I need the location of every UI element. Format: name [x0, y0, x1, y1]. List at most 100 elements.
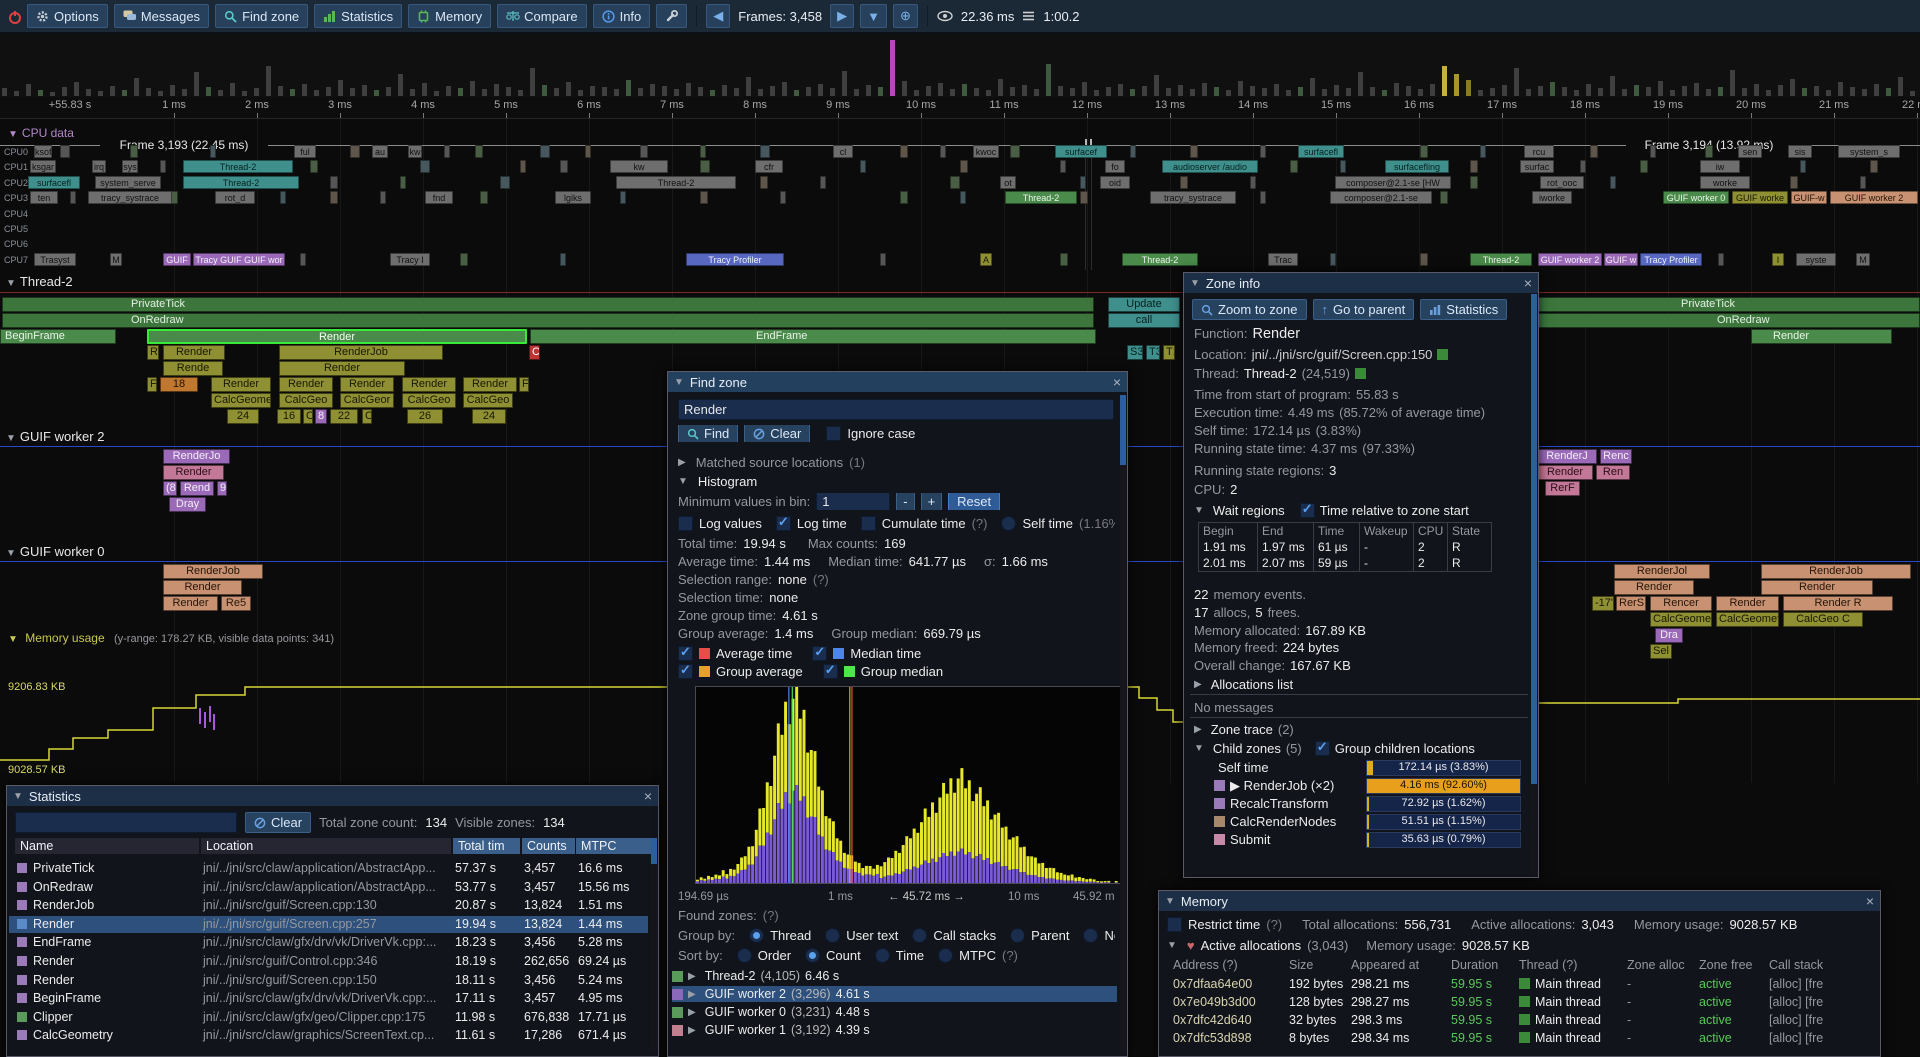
frame-bar[interactable] — [170, 85, 175, 96]
zone[interactable]: CalcGeo — [463, 393, 513, 408]
cpu-zone[interactable]: composer@2.1-se — [1330, 191, 1432, 204]
zone[interactable]: Render — [1614, 580, 1694, 595]
cpu-data-header[interactable]: ▼CPU data — [8, 126, 74, 140]
frame-bar[interactable] — [1046, 64, 1051, 96]
cpu-zone[interactable]: audioserver /audio — [1162, 160, 1258, 173]
info-button[interactable]: Info — [593, 4, 651, 28]
cpu-zone[interactable] — [1860, 176, 1866, 189]
collapse-icon[interactable]: ▼ — [1194, 743, 1204, 754]
frame-bar[interactable] — [1310, 78, 1315, 96]
frame-bar[interactable] — [1454, 74, 1459, 96]
zone[interactable]: CalcGeomet — [1716, 612, 1779, 627]
zone[interactable]: (8 — [163, 481, 177, 496]
zone[interactable]: R — [147, 345, 159, 360]
child-zone-name[interactable]: ▶ RenderJob (×2) — [1230, 778, 1334, 794]
frame-bar[interactable] — [1514, 68, 1519, 96]
next-frame-button[interactable]: ▶ — [830, 4, 854, 28]
thread-header[interactable]: ▼GUIF worker 2 — [6, 429, 104, 444]
frame-bar[interactable] — [1778, 85, 1783, 96]
frame-bar[interactable] — [1910, 91, 1915, 96]
frame-bar[interactable] — [686, 83, 691, 96]
zone[interactable]: Render — [163, 345, 225, 360]
group-by-option-label[interactable]: Parent — [1031, 928, 1069, 943]
active-allocations-label[interactable]: Active allocations — [1201, 938, 1301, 953]
frame-bar[interactable] — [1130, 89, 1135, 96]
frame-bar[interactable] — [1406, 86, 1411, 96]
cpu-zone[interactable]: rot_d — [215, 191, 255, 204]
expand-icon[interactable]: ▶ — [688, 989, 696, 1000]
cpu-zone[interactable] — [560, 160, 568, 173]
frame-bar[interactable] — [2, 88, 7, 96]
zone[interactable]: 24 — [227, 409, 259, 424]
zone[interactable]: Render — [1751, 329, 1892, 344]
cpu-zone[interactable] — [500, 176, 510, 189]
cpu-zone[interactable] — [1080, 176, 1086, 189]
cpu-zone[interactable]: fnd — [425, 191, 453, 204]
cpu-zone[interactable]: Thread-2 — [616, 176, 736, 189]
frame-bar[interactable] — [1490, 88, 1495, 96]
cpu-zone[interactable]: sis — [1788, 145, 1812, 158]
zone[interactable]: EndFrame — [530, 329, 1096, 344]
frame-bar[interactable] — [1202, 83, 1207, 96]
cpu-zone[interactable] — [1790, 176, 1798, 189]
zone[interactable]: Render — [463, 377, 517, 392]
group-name[interactable]: Thread-2 — [705, 969, 756, 983]
zone[interactable]: Ren — [1596, 465, 1630, 480]
zone-trace-label[interactable]: Zone trace — [1211, 722, 1273, 737]
cpu-zone[interactable] — [1718, 253, 1724, 266]
column-header-location[interactable]: Location — [201, 838, 451, 854]
frame-bar[interactable] — [230, 83, 235, 96]
cpu-zone[interactable] — [1800, 160, 1806, 173]
cpu-zone[interactable] — [444, 145, 450, 158]
sort-by-radio-time[interactable] — [875, 948, 890, 963]
frame-bar[interactable] — [530, 68, 535, 96]
frame-bar[interactable] — [14, 91, 19, 96]
frame-bar[interactable] — [494, 84, 499, 96]
cpu-zone[interactable]: Thread-2 — [1470, 253, 1532, 266]
frame-bar[interactable] — [1682, 86, 1687, 96]
found-group-row[interactable]: ▶GUIF worker 0(3,231)4.48 s — [672, 1004, 1117, 1020]
cpu-zone[interactable]: GUIF worker 2 — [1830, 191, 1918, 204]
frame-bar[interactable] — [1286, 90, 1291, 96]
frame-bar[interactable] — [1610, 76, 1615, 96]
frame-bar[interactable] — [1418, 89, 1423, 96]
frame-bar[interactable] — [206, 87, 211, 96]
cpu-zone[interactable]: sen — [1738, 145, 1762, 158]
frame-bar[interactable] — [1838, 82, 1843, 96]
sort-by-option-label[interactable]: Order — [758, 948, 791, 963]
cpu-zone[interactable] — [350, 145, 360, 158]
zone[interactable]: RenderJo — [163, 449, 230, 464]
ignore-case-checkbox[interactable] — [826, 426, 841, 441]
frame-bar[interactable] — [86, 89, 91, 96]
cpu-zone[interactable] — [640, 145, 648, 158]
frame-bar[interactable] — [1574, 90, 1579, 96]
find-zone-search-input[interactable] — [678, 399, 1114, 420]
cpu-zone[interactable]: au — [372, 145, 388, 158]
cpu-zone[interactable] — [310, 160, 318, 173]
frame-bar[interactable] — [890, 40, 895, 96]
cpu-zone[interactable] — [860, 160, 866, 173]
frame-bar[interactable] — [626, 80, 631, 96]
frame-bar[interactable] — [1250, 86, 1255, 96]
frame-bar[interactable] — [914, 90, 919, 96]
frame-bar[interactable] — [770, 86, 775, 96]
frame-bar[interactable] — [446, 86, 451, 96]
frame-bar[interactable] — [62, 87, 67, 96]
frame-bar[interactable] — [290, 89, 295, 96]
prev-frame-button[interactable]: ◀ — [706, 4, 730, 28]
mem-column-header[interactable]: Duration — [1451, 958, 1498, 972]
focus-frame-button[interactable]: ⊕ — [893, 4, 918, 28]
zone[interactable]: Rend — [180, 481, 214, 496]
frame-bar[interactable] — [374, 90, 379, 96]
frame-bar[interactable] — [422, 83, 427, 96]
frame-bar[interactable] — [578, 90, 583, 96]
cpu-zone[interactable]: rcu — [1524, 145, 1554, 158]
zone-info-scrollbar[interactable] — [1531, 294, 1537, 875]
frame-bar[interactable] — [506, 87, 511, 96]
frame-bar[interactable] — [1058, 86, 1063, 96]
frame-bar[interactable] — [518, 90, 523, 96]
zone[interactable]: C — [362, 409, 372, 424]
legend-checkbox[interactable] — [812, 646, 827, 661]
frame-bar[interactable] — [1898, 77, 1903, 96]
zone[interactable]: Render — [279, 361, 405, 376]
